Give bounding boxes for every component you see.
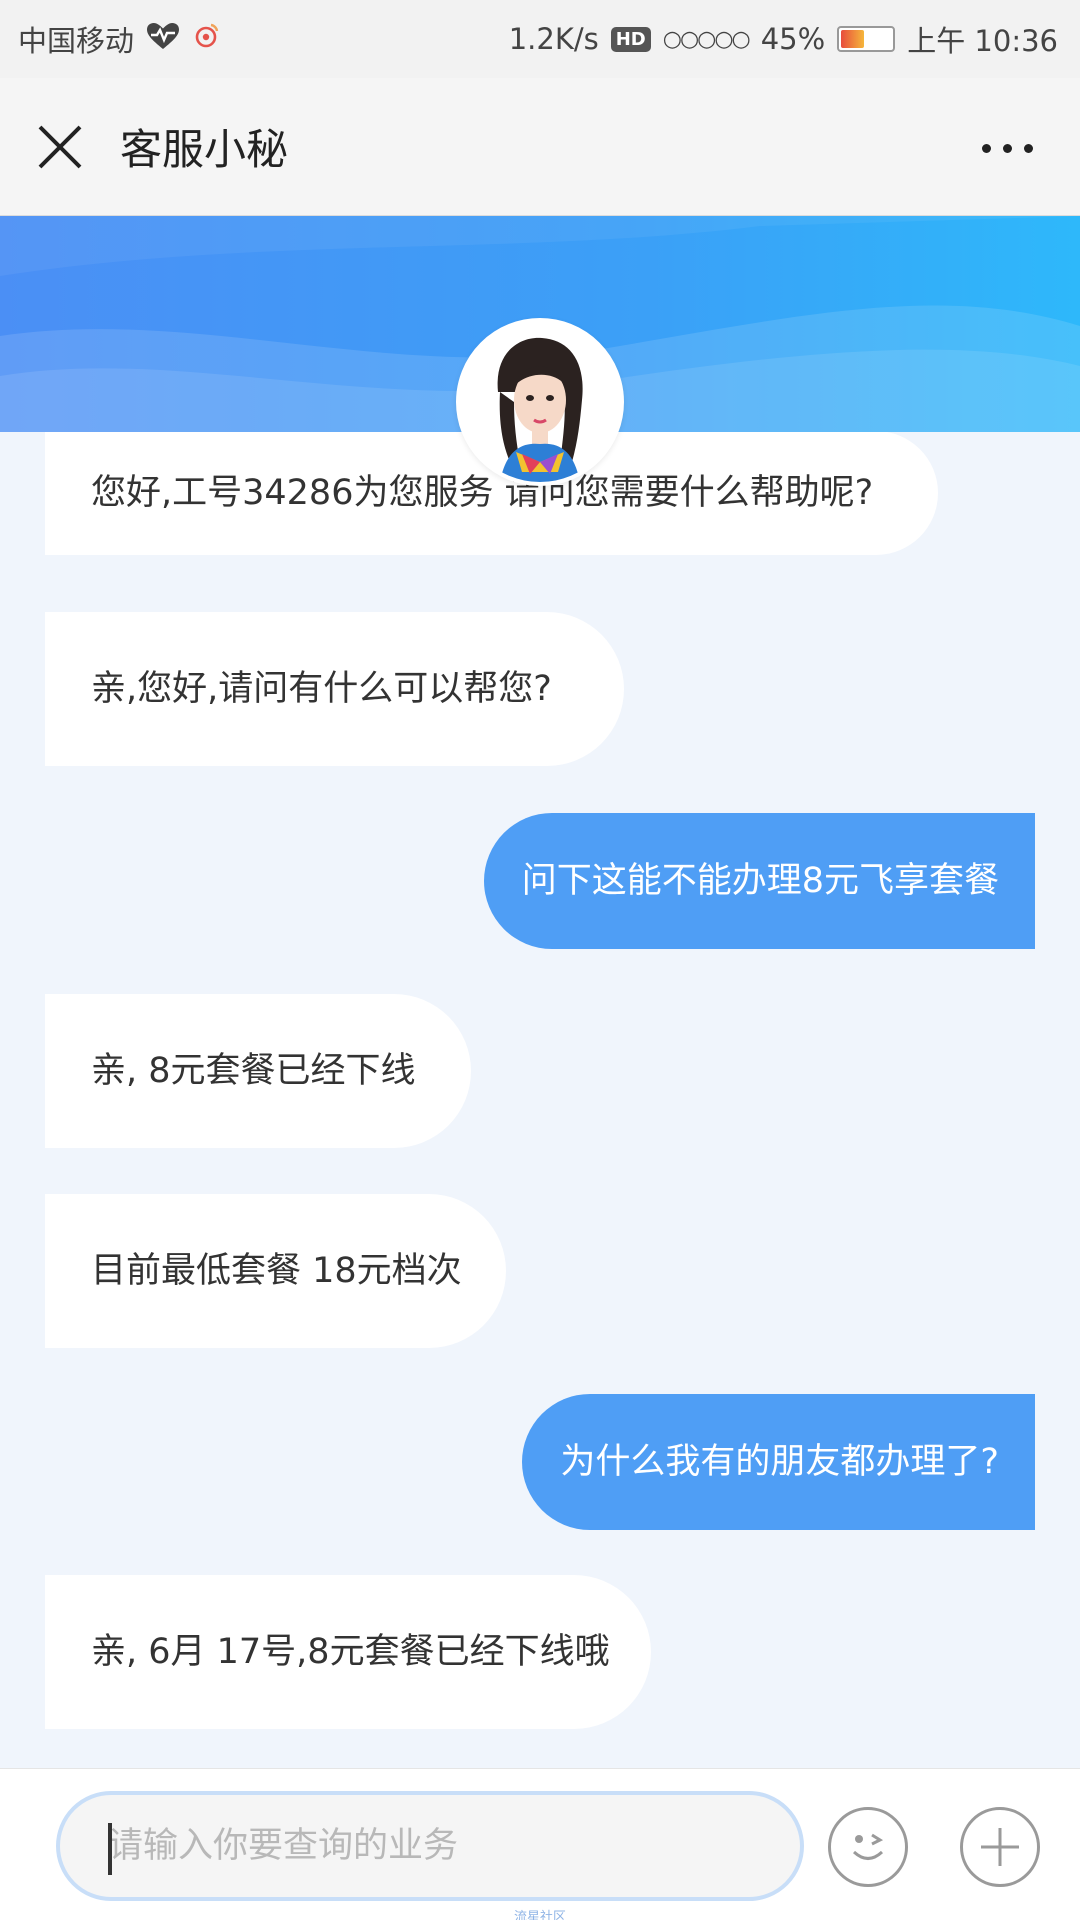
message-text: 亲,您好,请问有什么可以帮您? xyxy=(91,669,552,709)
agent-message: 目前最低套餐 18元档次 xyxy=(45,1194,506,1348)
health-heart-icon xyxy=(146,22,180,57)
chat-message-list: 您好,工号34286为您服务 请问您需要什么帮助呢? 亲,您好,请问有什么可以帮… xyxy=(0,432,1080,1768)
add-button[interactable] xyxy=(960,1807,1040,1887)
agent-message: 亲, 6月 17号,8元套餐已经下线哦 xyxy=(45,1575,651,1729)
text-cursor xyxy=(108,1823,112,1875)
emoji-button[interactable] xyxy=(828,1807,908,1887)
agent-portrait-icon xyxy=(460,322,620,482)
agent-message: 亲, 8元套餐已经下线 xyxy=(45,994,471,1148)
signal-strength: ○○○○○ xyxy=(662,26,751,52)
close-button[interactable] xyxy=(0,78,120,216)
page-title: 客服小秘 xyxy=(120,125,289,174)
more-dot-icon xyxy=(981,143,991,153)
query-input-wrapper[interactable] xyxy=(56,1791,804,1901)
clock: 上午 10:36 xyxy=(907,24,1058,58)
message-text: 为什么我有的朋友都办理了? xyxy=(560,1442,999,1482)
watermark: 流星社区 xyxy=(513,1910,566,1920)
user-message: 为什么我有的朋友都办理了? xyxy=(522,1394,1035,1530)
more-dot-icon xyxy=(1002,143,1012,153)
input-bar xyxy=(0,1768,1080,1920)
battery-percent: 45% xyxy=(760,22,826,56)
message-text: 您好,工号34286为您服务 请问您需要什么帮助呢? xyxy=(91,473,874,513)
user-message: 问下这能不能办理8元飞享套餐 xyxy=(483,813,1035,949)
net-speed: 1.2K/s xyxy=(508,22,599,56)
message-text: 目前最低套餐 18元档次 xyxy=(91,1251,462,1291)
query-input[interactable] xyxy=(108,1826,800,1866)
message-text: 亲, 8元套餐已经下线 xyxy=(91,1051,416,1091)
plus-icon xyxy=(981,1828,1019,1866)
emoji-icon xyxy=(852,1833,884,1860)
agent-message: 亲,您好,请问有什么可以帮您? xyxy=(45,612,624,766)
weibo-icon xyxy=(192,22,220,57)
message-text: 问下这能不能办理8元飞享套餐 xyxy=(521,861,999,901)
close-icon xyxy=(38,125,82,168)
status-left: 中国移动 xyxy=(18,18,220,60)
message-text: 亲, 6月 17号,8元套餐已经下线哦 xyxy=(91,1632,610,1672)
status-right: 1.2K/s HD ○○○○○ 45% 上午 10:36 xyxy=(509,18,1058,60)
more-dot-icon xyxy=(1023,143,1033,153)
agent-avatar xyxy=(456,318,624,486)
battery-level xyxy=(841,30,865,48)
carrier-label: 中国移动 xyxy=(18,24,135,58)
status-bar: 中国移动 1.2K/s HD ○○○○○ 45% 上午 10:36 xyxy=(0,0,1080,78)
battery-icon xyxy=(837,26,896,52)
nav-bar: 客服小秘 xyxy=(0,78,1080,216)
more-button[interactable] xyxy=(962,118,1052,178)
hd-badge: HD xyxy=(610,26,651,52)
